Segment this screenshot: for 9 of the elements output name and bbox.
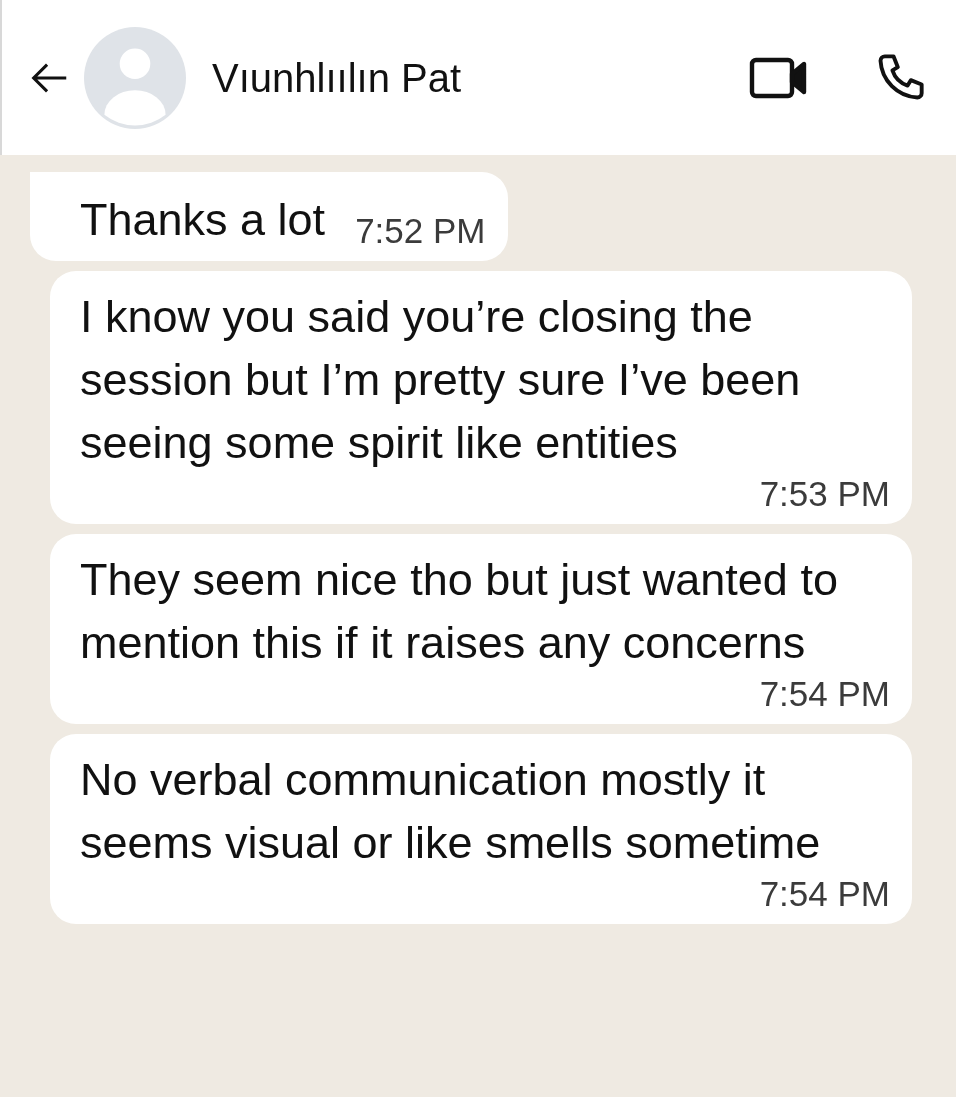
message-time: 7:52 PM bbox=[355, 211, 486, 251]
message-text: Thanks a lot bbox=[80, 193, 326, 247]
message-time: 7:54 PM bbox=[759, 674, 890, 714]
message-text: No verbal communication mostly it seems visual or like smells sometime bbox=[80, 753, 822, 870]
message-text: I know you said you’re closing the session but I’m pretty sure I’ve been seeing some spirit like entities bbox=[80, 290, 802, 470]
message-time: 7:54 PM bbox=[759, 874, 890, 914]
message-time: 7:53 PM bbox=[759, 474, 890, 514]
message-text: They seem nice tho but just wanted to mention this if it raises any concerns bbox=[80, 553, 839, 670]
contact-name[interactable]: Vıunhlıılın Pat bbox=[212, 47, 462, 108]
